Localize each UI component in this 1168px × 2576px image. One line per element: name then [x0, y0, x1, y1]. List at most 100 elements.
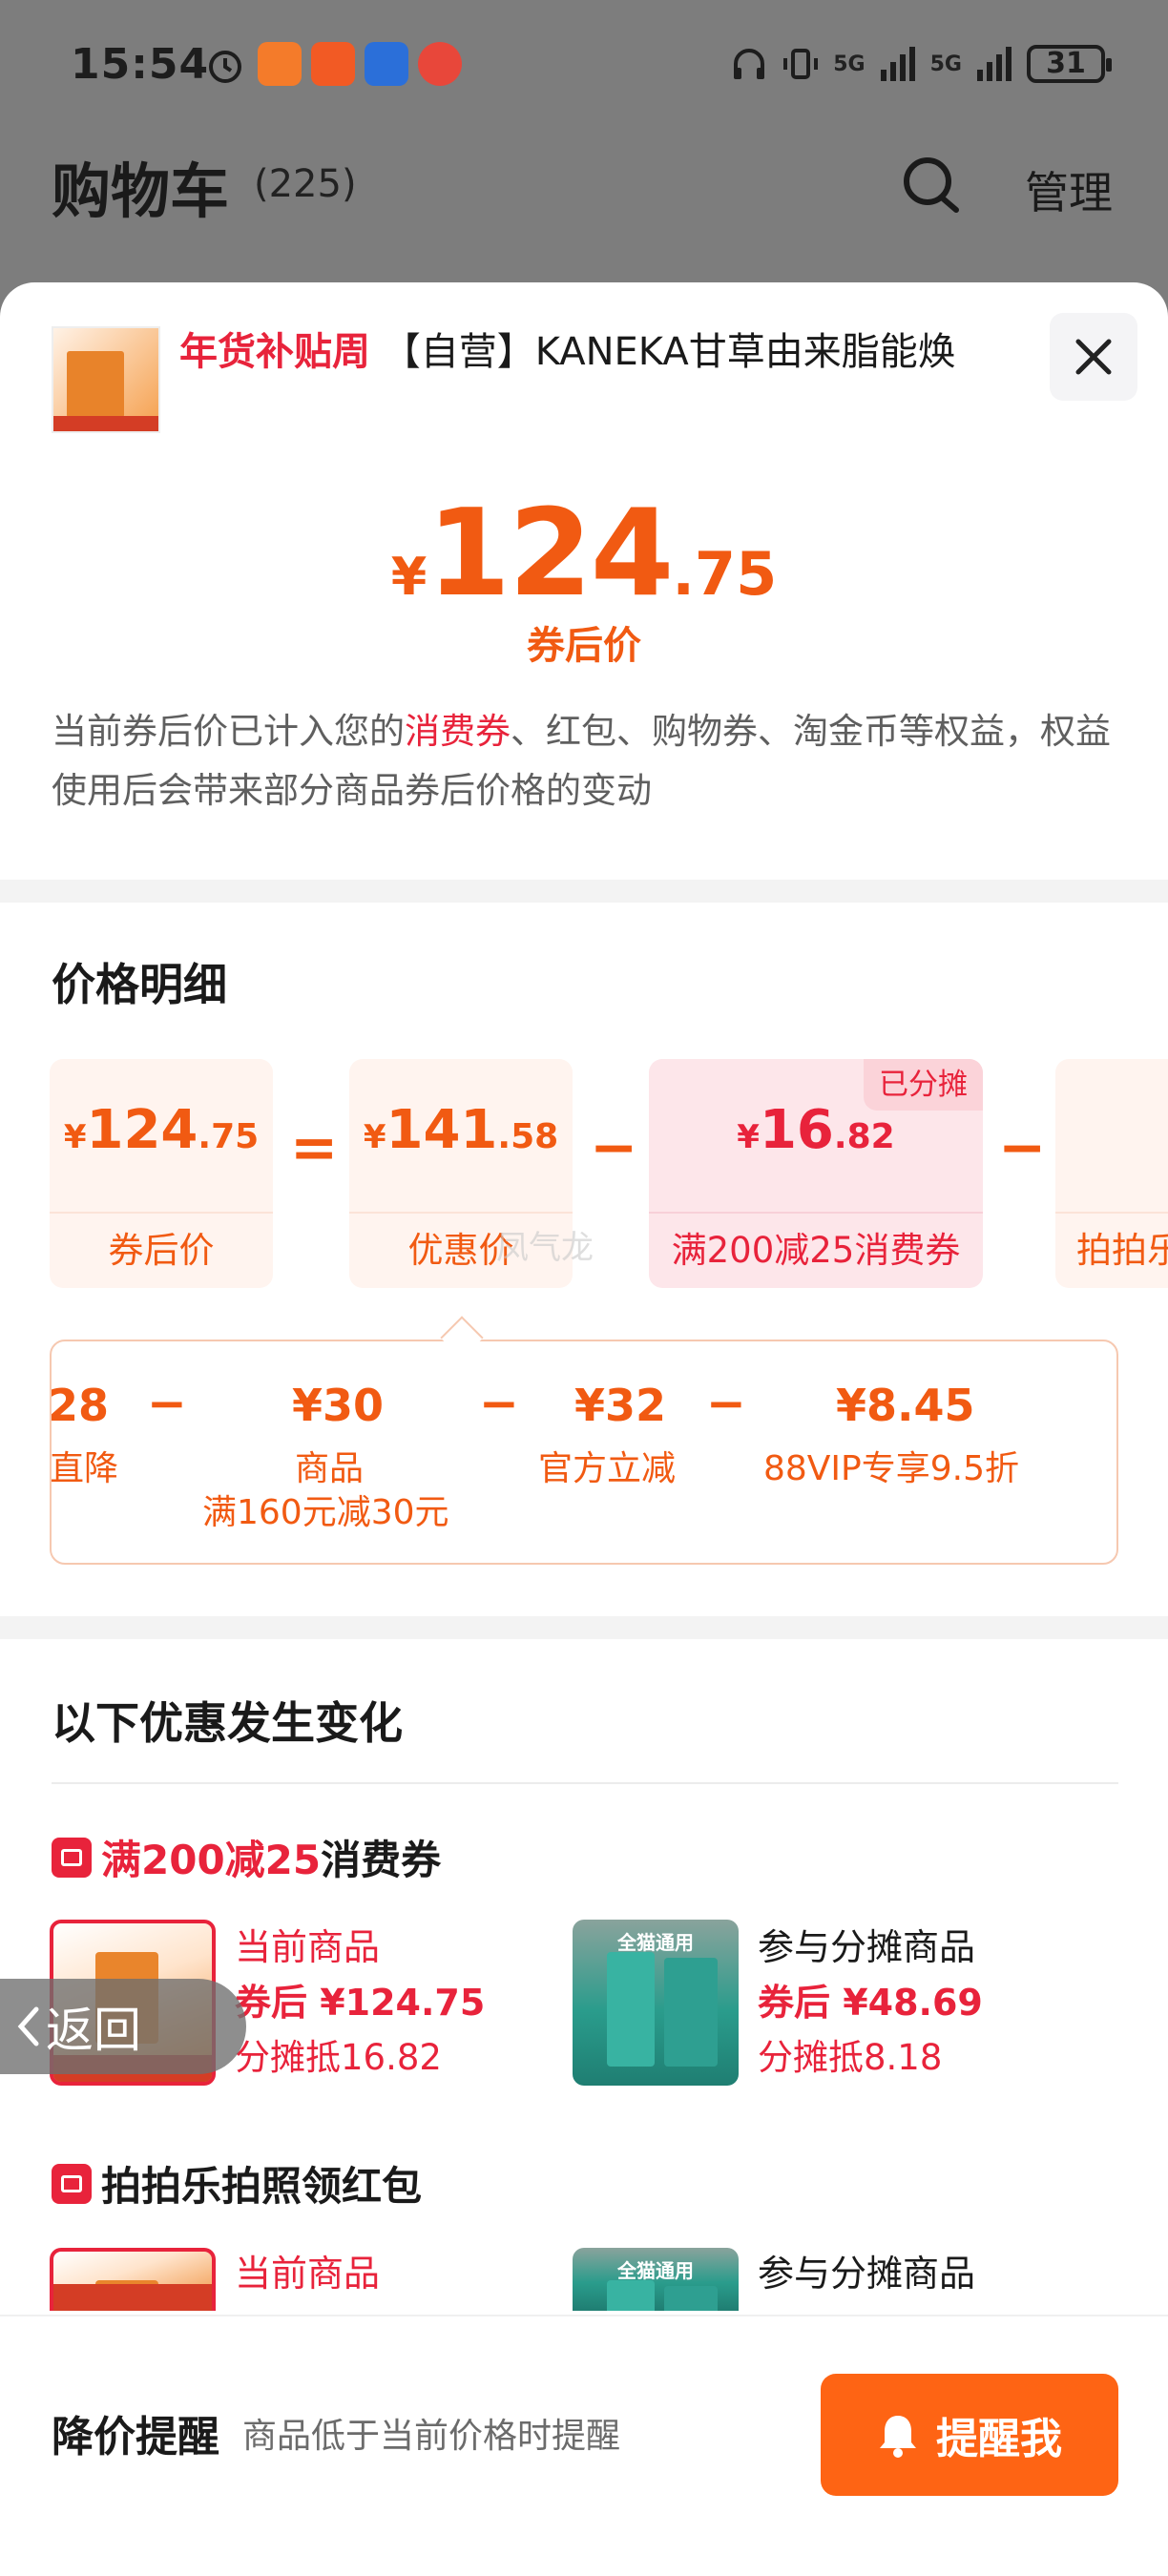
price-alert-footer: 降价提醒 商品低于当前价格时提醒 提醒我: [0, 2315, 1168, 2576]
section-gap: [0, 880, 1168, 903]
coupon-name-rest: 拍拍乐拍照领红包: [101, 2163, 423, 2210]
signal-bars-icon: [880, 47, 915, 81]
price-decimal: .75: [672, 539, 778, 609]
signal-5g-label-2: 5G: [929, 52, 962, 76]
current-product-image[interactable]: [50, 2248, 216, 2311]
card-currency: ¥: [363, 1118, 386, 1156]
breakdown-value: ¥32: [574, 1380, 667, 1431]
headphone-icon: [734, 49, 765, 79]
price-card-value: ¥124.75: [50, 1099, 273, 1161]
price-card-paipaile[interactable]: 拍拍乐: [1055, 1059, 1168, 1288]
battery-indicator: 31: [1027, 45, 1112, 83]
shared-product-allotment: 分摊抵8.18: [758, 2037, 943, 2078]
card-currency: ¥: [63, 1118, 87, 1156]
changes-section-title: 以下优惠发生变化: [52, 1697, 403, 1749]
minus-operator: −: [706, 1376, 746, 1431]
discount-breakdown: 28 直降 − ¥30 商品 满160元减30元 − ¥32 官方立减 − ¥8…: [50, 1340, 1118, 1565]
equals-operator: =: [290, 1114, 339, 1181]
background-page: 15:54 5G 5G 31 购物车 (225) 管理: [0, 0, 1168, 305]
close-icon: [1075, 339, 1112, 375]
shared-product-image[interactable]: 全猫通用: [573, 1920, 739, 2086]
current-product-price: 券后 ¥124.75: [235, 1982, 486, 2024]
product-thumbnail: [52, 326, 160, 433]
price-card-value: ¥141.58: [349, 1099, 573, 1161]
card-decimal: .75: [198, 1117, 260, 1156]
card-decimal: .58: [497, 1117, 559, 1156]
price-currency: ¥: [390, 547, 428, 607]
vibrate-icon: [783, 49, 819, 79]
coupon-group-header: 拍拍乐拍照领红包: [52, 2154, 422, 2212]
current-product-label: 当前商品: [235, 1926, 381, 1968]
shared-product-image[interactable]: 全猫通用: [573, 2248, 739, 2311]
price-card-label: 拍拍乐: [1055, 1212, 1168, 1288]
alarm-icon: [209, 51, 241, 83]
breakdown-value: ¥30: [292, 1380, 385, 1431]
shared-product-image-caption: 全猫通用: [617, 2259, 694, 2282]
price-card-label: 满200减25消费券: [649, 1212, 983, 1288]
shared-product-label: 参与分摊商品: [758, 2253, 976, 2295]
shared-product-price: 券后 ¥48.69: [758, 1982, 983, 2024]
cart-count: (225): [254, 162, 357, 206]
coupon-icon: [52, 2163, 92, 2204]
card-currency: ¥: [737, 1118, 760, 1156]
price-notice: 当前券后价已计入您的消费券、红包、购物券、淘金币等权益，权益使用后会带来部分商品…: [52, 702, 1120, 821]
price-detail-sheet: 年货补贴周 【自营】KANEKA甘草由来脂能焕 ¥124.75 券后价 当前券后…: [0, 282, 1168, 2576]
coupon-name-rest: 消费券: [321, 1837, 442, 1883]
minus-operator: −: [998, 1114, 1047, 1181]
back-button[interactable]: 返回: [0, 1979, 246, 2074]
breakdown-label: 88VIP专享9.5折: [763, 1449, 1020, 1488]
card-integer: 16: [759, 1099, 834, 1161]
car-app-icon: [365, 42, 408, 86]
minus-operator: −: [590, 1114, 638, 1181]
signal-bars-icon-2: [977, 47, 1012, 81]
chevron-left-icon: [17, 2006, 39, 2046]
status-bar: 15:54 5G 5G 31: [0, 0, 1168, 134]
price-alert-title: 降价提醒: [52, 2413, 219, 2462]
minus-operator: −: [147, 1376, 187, 1431]
shared-product-image-caption: 全猫通用: [617, 1931, 694, 1954]
notice-text-1: 当前券后价已计入您的: [52, 711, 405, 752]
coupon-name-highlight: 满200减25: [101, 1837, 322, 1883]
current-product-label: 当前商品: [235, 2253, 381, 2295]
price-caption: 券后价: [527, 624, 641, 668]
breakdown-value: 28: [50, 1380, 110, 1431]
product-promo-tag: 年货补贴周: [179, 330, 370, 374]
manage-button[interactable]: 管理: [1025, 158, 1113, 221]
price-card-label: 券后价: [50, 1212, 273, 1288]
system-icons: 5G 5G 31: [730, 40, 1112, 88]
card-decimal: .82: [833, 1117, 895, 1156]
card-integer: 124: [86, 1099, 198, 1161]
cart-title: 购物车: [52, 156, 230, 226]
detail-section-title: 价格明细: [52, 959, 227, 1010]
minus-operator: −: [479, 1376, 519, 1431]
back-label: 返回: [46, 2003, 141, 2058]
notice-highlight: 消费券: [405, 711, 511, 752]
price-integer: 124: [427, 483, 674, 623]
breakdown-label: 直降: [50, 1449, 119, 1488]
health-app-icon: [258, 42, 302, 86]
watermark-text: 凤气龙: [496, 1229, 594, 1267]
close-button[interactable]: [1050, 313, 1137, 401]
coupon-icon: [52, 1837, 92, 1878]
price-card-after-coupon: ¥124.75 券后价: [50, 1059, 273, 1288]
card-integer: 141: [386, 1099, 498, 1161]
breakdown-value: ¥8.45: [836, 1380, 975, 1431]
search-icon[interactable]: [901, 155, 962, 216]
product-name: 【自营】KANEKA甘草由来脂能焕: [382, 330, 956, 374]
shared-product-label: 参与分摊商品: [758, 1926, 976, 1968]
product-title: 年货补贴周 【自营】KANEKA甘草由来脂能焕: [179, 321, 956, 376]
remind-me-button[interactable]: 提醒我: [821, 2374, 1118, 2496]
signal-5g-label: 5G: [833, 52, 866, 76]
price-alert-desc: 商品低于当前价格时提醒: [242, 2417, 621, 2456]
remind-me-label: 提醒我: [936, 2415, 1062, 2463]
current-product-allotment: 分摊抵16.82: [235, 2037, 442, 2078]
section-gap: [0, 1616, 1168, 1639]
price-card-coupon[interactable]: 已分摊 ¥16.82 满200减25消费券: [649, 1059, 983, 1288]
after-coupon-price: ¥124.75: [0, 483, 1168, 623]
video-app-icon: [311, 42, 355, 86]
price-card-value: ¥16.82: [649, 1099, 983, 1161]
coupon-group-header: 满200减25 消费券: [52, 1828, 441, 1886]
breakdown-label: 官方立减: [538, 1449, 677, 1488]
status-time: 15:54: [71, 40, 210, 89]
breakdown-label-line1: 商品: [295, 1449, 365, 1488]
